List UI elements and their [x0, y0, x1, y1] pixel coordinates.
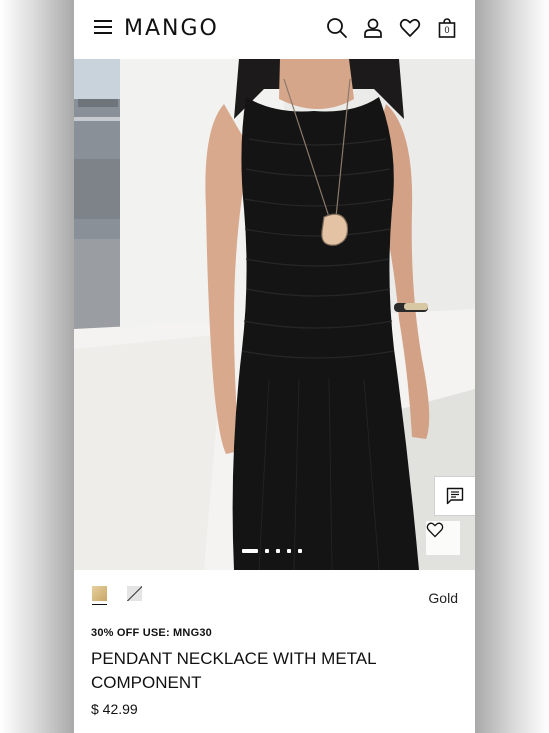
chat-button[interactable]	[434, 476, 475, 516]
color-swatches	[92, 586, 142, 605]
brand-logo[interactable]: MANGO	[124, 16, 219, 41]
product-image-gallery[interactable]	[74, 59, 475, 570]
add-to-wishlist-button[interactable]	[426, 521, 460, 555]
user-icon[interactable]	[362, 17, 384, 39]
gallery-dot[interactable]	[298, 549, 302, 553]
swatch-gold[interactable]	[92, 586, 107, 605]
product-page: MANGO 0 Gold 30% OFF USE: MNG30 PENDANT …	[74, 0, 475, 733]
product-price: $ 42.99	[91, 701, 138, 717]
product-title: PENDANT NECKLACE WITH METAL COMPONENT	[91, 649, 376, 692]
bag-count: 0	[444, 25, 450, 35]
gallery-dot[interactable]	[287, 549, 291, 553]
selected-color-label: Gold	[428, 590, 458, 606]
hamburger-menu-icon[interactable]	[94, 20, 112, 36]
product-photo	[74, 59, 475, 570]
gallery-pagination	[242, 549, 302, 553]
backdrop-right	[475, 0, 549, 733]
swatch-silver[interactable]	[127, 586, 142, 601]
shopping-bag-icon[interactable]: 0	[436, 17, 458, 39]
promo-text: 30% OFF USE: MNG30	[91, 627, 212, 639]
search-icon[interactable]	[326, 17, 348, 39]
top-header: MANGO 0	[74, 0, 475, 59]
gallery-dot[interactable]	[276, 549, 280, 553]
chat-icon	[446, 487, 464, 505]
heart-icon	[426, 522, 444, 538]
gallery-dot[interactable]	[265, 549, 269, 553]
gallery-dot[interactable]	[242, 549, 258, 553]
heart-icon[interactable]	[399, 17, 421, 39]
backdrop-left	[0, 0, 74, 733]
